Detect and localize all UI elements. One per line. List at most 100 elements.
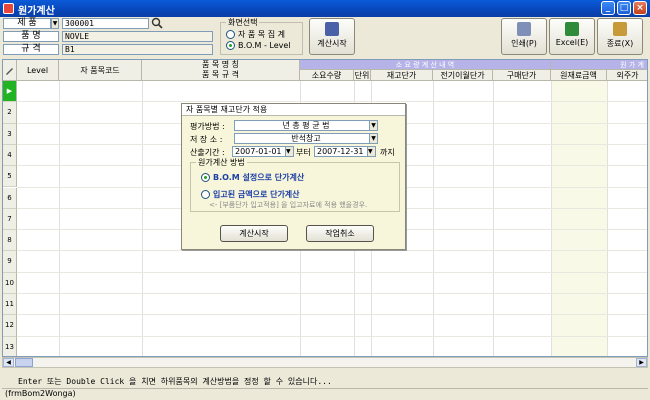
row-header[interactable]: 2 [3,102,17,124]
row-header[interactable]: 7 [3,208,17,231]
excel-button[interactable]: Excel(E) [549,18,595,55]
excel-label: Excel(E) [555,38,589,47]
calc-start-button[interactable]: 계산시작 [309,18,355,55]
exit-icon [613,22,627,36]
radio-label: 자 품 목 집 계 [238,30,285,39]
spec-field: B1 [62,44,213,55]
status-bar: (frmBom2Wonga) [2,388,648,399]
item-dropdown-arrow[interactable]: ▼ [51,18,59,29]
print-label: 인쇄(P) [511,39,537,48]
store-select[interactable]: 반석창고 ▼ [234,133,378,144]
unit-price-dialog: 자 품목별 재고단가 적용 평가방법 : 년 총 평 균 법 ▼ 저 장 소 : … [181,103,406,250]
exit-label: 종료(X) [606,39,634,48]
radio-indicator[interactable] [201,190,210,199]
radio-received-price[interactable]: 입고된 금액으로 단가계산 [201,189,300,200]
header-qty: 소요수량 [300,70,354,81]
radio-bom-price[interactable]: B.O.M 설정으로 단가계산 [201,172,304,183]
radio-label: B.O.M - Level [238,41,291,50]
horizontal-scrollbar[interactable]: ◀ ▶ [2,357,648,368]
calc-method-group: 원가계산 방법 B.O.M 설정으로 단가계산 입고된 금액으로 단가계산 <-… [190,157,400,212]
table-row [17,335,647,337]
header-code: 자 품목코드 [59,60,142,81]
row-header[interactable]: 3 [3,123,17,145]
minimize-button[interactable]: _ [601,1,615,15]
item-label: 제 품 [3,18,51,29]
method-label: 평가방법 : [190,122,225,131]
radio-label: B.O.M 설정으로 단가계산 [213,173,305,182]
chevron-down-icon[interactable]: ▼ [369,121,377,130]
scroll-thumb[interactable] [15,358,33,367]
calc-method-legend: 원가계산 방법 [196,157,247,168]
to-word: 까지 [380,148,395,157]
row-header[interactable]: ▶ [3,81,17,103]
dialog-cancel-button[interactable]: 작업취소 [306,225,374,242]
form-id: (frmBom2Wonga) [5,389,76,398]
store-value: 반석창고 [291,134,321,143]
radio-indicator[interactable] [226,41,235,50]
chevron-down-icon[interactable]: ▼ [285,147,293,156]
header-outsource: 외주가 [607,70,647,81]
item-code-input[interactable]: 300001 [62,18,149,29]
name-label: 품 명 [3,31,59,42]
row-header[interactable]: 10 [3,272,17,294]
radio-indicator[interactable] [226,30,235,39]
row-header[interactable]: 6 [3,187,17,209]
chevron-down-icon[interactable]: ▼ [367,147,375,156]
title-bar: 원가계산 _ □ × [0,0,650,17]
row-header[interactable]: 5 [3,166,17,188]
method-value: 년 총 평 균 법 [282,121,330,130]
row-header[interactable]: 8 [3,230,17,252]
header-buy-price: 구매단가 [493,70,551,81]
radio-label: 입고된 금액으로 단가계산 [213,190,300,199]
header-material: 원재료금액 [551,70,607,81]
chevron-down-icon[interactable]: ▼ [369,134,377,143]
dialog-title: 자 품목별 재고단가 적용 [182,104,405,116]
window-title: 원가계산 [18,6,55,17]
from-word: 부터 [296,148,311,157]
table-row [17,293,647,294]
header-group-cost: 원 가 계 [551,60,647,70]
printer-icon [517,22,531,36]
excel-icon [565,22,579,36]
close-button[interactable]: × [633,1,647,15]
header-group-consume: 소 요 량 계 산 내 역 [300,60,551,70]
row-header[interactable]: 13 [3,336,17,356]
product-name-field: NOVLE [62,31,213,42]
app-icon [3,3,14,14]
dialog-start-button[interactable]: 계산시작 [220,225,288,242]
to-date: 2007-12-31 [317,147,364,156]
header-spec: 품 목 규 격 [201,70,240,79]
radio-indicator[interactable] [201,173,210,182]
radio-sub-item-summary[interactable]: 자 품 목 집 계 [226,29,285,40]
exit-button[interactable]: 종료(X) [597,18,643,55]
radio-bom-level[interactable]: B.O.M - Level [226,41,291,50]
header-level: Level [17,60,59,81]
grid-corner [3,60,17,81]
header-stock-price: 재고단가 [371,70,433,81]
from-date: 2007-01-01 [235,147,282,156]
header-prev-price: 전기이월단가 [433,70,493,81]
table-row [17,271,647,273]
screen-select-group: 화면선택 자 품 목 집 계 B.O.M - Level [220,17,303,55]
row-header[interactable]: 11 [3,294,17,316]
method-select[interactable]: 년 총 평 균 법 ▼ [234,120,378,131]
print-button[interactable]: 인쇄(P) [501,18,547,55]
row-header[interactable]: 9 [3,251,17,273]
hint-text: <- [부품단가 입고적용] 을 입고자료에 적용 했을경우. [209,201,368,209]
header-name: 품 목 명 칭 [201,60,240,69]
header-unit: 단위 [354,70,371,81]
to-date-input[interactable]: 2007-12-31 ▼ [314,146,376,157]
from-date-input[interactable]: 2007-01-01 ▼ [232,146,294,157]
spec-label: 규 격 [3,44,59,55]
scroll-right-arrow-icon[interactable]: ▶ [636,358,647,367]
scroll-left-arrow-icon[interactable]: ◀ [3,358,14,367]
table-row [17,314,647,316]
calculator-icon [325,22,339,36]
maximize-button[interactable]: □ [617,1,631,15]
row-header[interactable]: 12 [3,315,17,337]
table-row [17,250,647,252]
row-header[interactable]: 4 [3,144,17,167]
header-name-spec: 품 목 명 칭 품 목 규 격 [142,60,300,81]
search-icon[interactable] [150,17,164,30]
screen-select-legend: 화면선택 [226,17,260,28]
